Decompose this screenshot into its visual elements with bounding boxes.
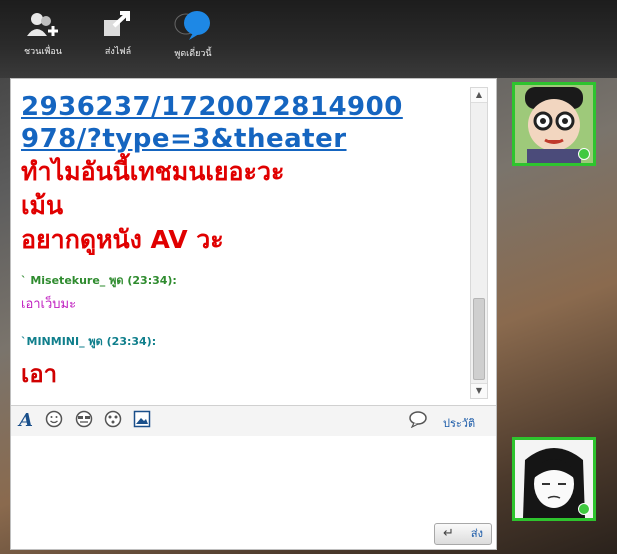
add-friend-icon <box>27 13 58 36</box>
private-chat-button[interactable]: พูดเดี่ยวนี้ <box>163 10 223 60</box>
scroll-thumb[interactable] <box>473 298 485 380</box>
avatar[interactable] <box>512 82 596 166</box>
link-line-1: 2936237/1720072814900 <box>21 92 403 122</box>
online-status-icon <box>578 503 590 515</box>
message-sender: `MINMINI_ พูด (23:34): <box>21 335 157 348</box>
image-icon[interactable] <box>131 410 153 432</box>
emoticon-icon[interactable] <box>73 410 95 432</box>
link-line-2: 978/?type=3&theater <box>21 124 347 154</box>
message-sender: ` Misetekure_ พูด (23:34): <box>21 274 177 287</box>
sticker-icon[interactable] <box>102 410 124 432</box>
message-body: เอา <box>21 360 58 388</box>
message-text-3: อยากดูหนัง AV วะ <box>21 225 224 254</box>
private-chat-label: พูดเดี่ยวนี้ <box>174 49 212 59</box>
send-file-button[interactable]: ส่งไฟล์ <box>88 10 148 58</box>
invite-friend-button[interactable]: ชวนเพื่อน <box>13 10 73 58</box>
history-chat-icon[interactable] <box>407 410 429 432</box>
message-text-2: เม้น <box>21 191 64 220</box>
send-file-icon <box>104 11 130 36</box>
send-button-label: ส่ง <box>470 527 483 540</box>
font-style-icon[interactable]: A <box>15 410 37 432</box>
enter-icon: ↵ <box>443 526 454 541</box>
history-button[interactable]: ประวัติ <box>443 414 475 432</box>
message-log: 2936237/1720072814900 978/?type=3&theate… <box>11 79 471 401</box>
message-input[interactable] <box>11 436 496 521</box>
message-text-1: ทำไมอันนี้เทชมนเยอะวะ <box>21 157 285 186</box>
scroll-down-icon[interactable]: ▼ <box>471 383 487 398</box>
send-file-label: ส่งไฟล์ <box>104 47 132 57</box>
top-toolbar: ชวนเพื่อน ส่งไฟล์ พูดเดี่ยวนี้ <box>0 0 617 78</box>
input-toolbar: A ประวัติ <box>11 405 496 437</box>
smiley-icon[interactable] <box>43 410 65 432</box>
scroll-up-icon[interactable]: ▲ <box>471 88 487 103</box>
message-body: เอาเว็บมะ <box>21 297 77 312</box>
avatar[interactable] <box>512 437 596 521</box>
invite-friend-label: ชวนเพื่อน <box>24 47 62 57</box>
send-button[interactable]: ↵ ส่ง <box>434 523 492 545</box>
message-link[interactable]: 2936237/1720072814900 978/?type=3&theate… <box>21 91 471 155</box>
online-status-icon <box>578 148 590 160</box>
message-scrollbar[interactable]: ▲ ▼ <box>470 87 488 399</box>
chat-bubbles-icon <box>174 11 210 40</box>
chat-window: 2936237/1720072814900 978/?type=3&theate… <box>10 78 497 550</box>
